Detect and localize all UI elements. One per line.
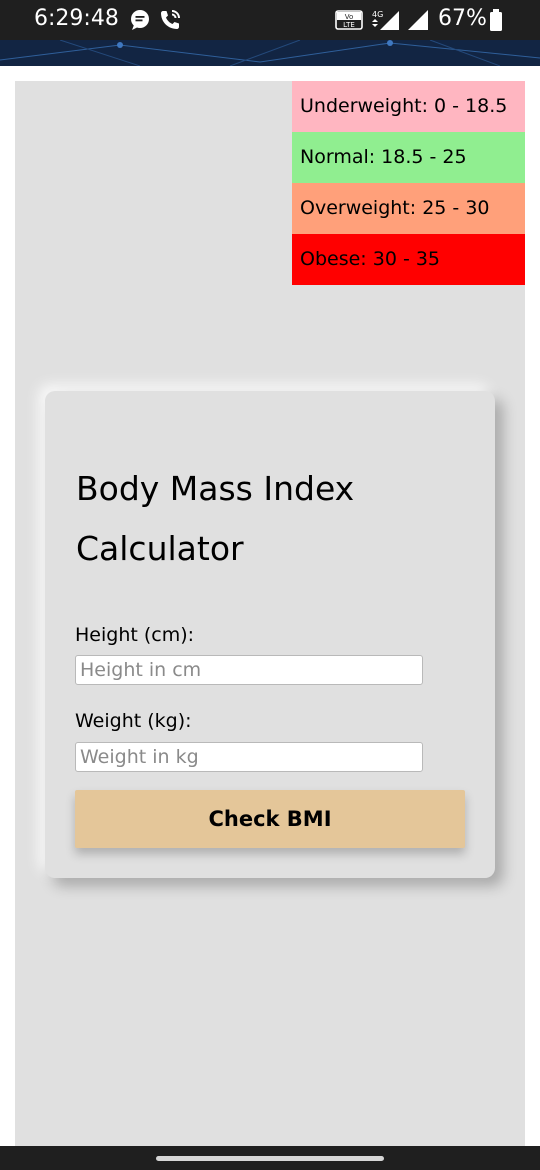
height-label: Height (cm):: [75, 624, 195, 646]
weight-label: Weight (kg):: [75, 710, 192, 732]
bmi-legend: Underweight: 0 - 18.5 Normal: 18.5 - 25 …: [292, 81, 525, 285]
card-title: Body Mass Index Calculator: [76, 469, 355, 568]
battery-percent: 67%: [438, 6, 487, 31]
message-notification-icon: [128, 8, 152, 32]
battery-icon: [488, 8, 504, 32]
bmi-calculator-card: Body Mass Index Calculator Height (cm): …: [45, 391, 495, 878]
svg-text:Vo: Vo: [345, 13, 354, 21]
legend-item-underweight: Underweight: 0 - 18.5: [292, 81, 525, 132]
svg-text:4G: 4G: [372, 10, 383, 19]
status-bar: 6:29:48 Vo LTE 4G 67%: [0, 0, 540, 40]
header-banner: [0, 40, 540, 66]
status-time: 6:29:48: [34, 6, 119, 31]
weight-input[interactable]: [75, 742, 423, 772]
check-bmi-button[interactable]: Check BMI: [75, 790, 465, 848]
wifi-calling-icon: [158, 8, 182, 32]
legend-item-overweight: Overweight: 25 - 30: [292, 183, 525, 234]
page-container: Underweight: 0 - 18.5 Normal: 18.5 - 25 …: [15, 81, 525, 1146]
svg-text:LTE: LTE: [343, 21, 355, 29]
signal-strength-icon: [406, 8, 430, 32]
home-indicator[interactable]: [156, 1156, 384, 1161]
volte-icon: Vo LTE: [335, 8, 363, 32]
legend-item-obese: Obese: 30 - 35: [292, 234, 525, 285]
legend-item-normal: Normal: 18.5 - 25: [292, 132, 525, 183]
legend-item-label: Normal: 18.5 - 25: [300, 146, 467, 168]
legend-item-label: Overweight: 25 - 30: [300, 197, 490, 219]
network-4g-signal-icon: 4G: [370, 8, 400, 32]
navigation-bar: [0, 1146, 540, 1170]
legend-item-label: Underweight: 0 - 18.5: [300, 95, 508, 117]
legend-item-label: Obese: 30 - 35: [300, 248, 441, 270]
height-input[interactable]: [75, 655, 423, 685]
